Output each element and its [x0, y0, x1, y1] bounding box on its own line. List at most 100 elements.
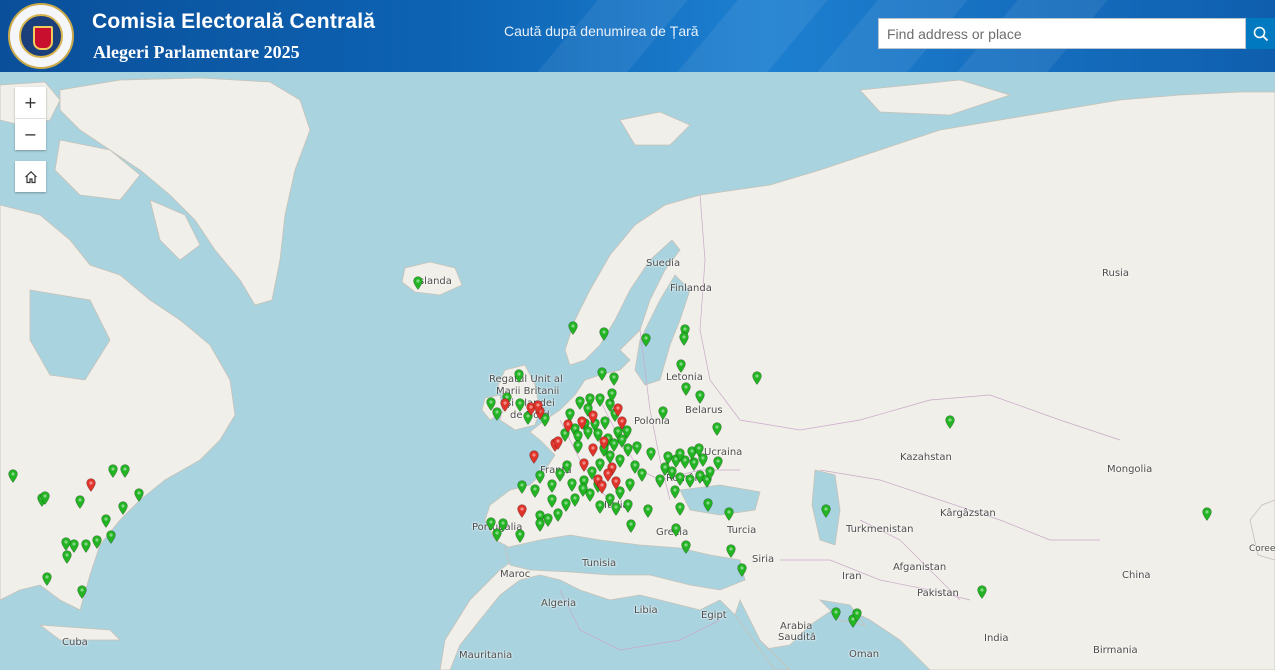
- polling-station-pin-green[interactable]: [62, 550, 72, 564]
- polling-station-pin-green[interactable]: [676, 359, 686, 373]
- polling-station-pin-green[interactable]: [547, 494, 557, 508]
- polling-station-pin-red[interactable]: [617, 416, 627, 430]
- polling-station-pin-green[interactable]: [61, 537, 71, 551]
- polling-station-pin-green[interactable]: [42, 572, 52, 586]
- polling-station-pin-green[interactable]: [517, 480, 527, 494]
- polling-station-pin-green[interactable]: [81, 539, 91, 553]
- polling-station-pin-green[interactable]: [675, 448, 685, 462]
- polling-station-pin-red[interactable]: [86, 478, 96, 492]
- polling-station-pin-green[interactable]: [530, 484, 540, 498]
- polling-station-pin-green[interactable]: [514, 369, 524, 383]
- polling-station-pin-green[interactable]: [658, 406, 668, 420]
- polling-station-pin-green[interactable]: [607, 388, 617, 402]
- polling-station-pin-green[interactable]: [670, 485, 680, 499]
- polling-station-pin-green[interactable]: [630, 460, 640, 474]
- polling-station-pin-green[interactable]: [553, 508, 563, 522]
- polling-station-pin-green[interactable]: [75, 495, 85, 509]
- polling-station-pin-green[interactable]: [611, 502, 621, 516]
- polling-station-pin-green[interactable]: [655, 474, 665, 488]
- polling-station-pin-red[interactable]: [500, 398, 510, 412]
- address-search-input[interactable]: [878, 18, 1246, 49]
- polling-station-pin-green[interactable]: [726, 544, 736, 558]
- polling-station-pin-red[interactable]: [588, 410, 598, 424]
- polling-station-pin-red[interactable]: [577, 416, 587, 430]
- polling-station-pin-green[interactable]: [695, 390, 705, 404]
- polling-station-pin-green[interactable]: [515, 529, 525, 543]
- polling-station-pin-green[interactable]: [92, 535, 102, 549]
- map-view[interactable]: Islanda Suedia Finlanda Rusia Regatul Un…: [0, 72, 1275, 670]
- polling-station-pin-green[interactable]: [831, 607, 841, 621]
- polling-station-pin-green[interactable]: [573, 440, 583, 454]
- polling-station-pin-green[interactable]: [821, 504, 831, 518]
- polling-station-pin-green[interactable]: [705, 466, 715, 480]
- polling-station-pin-green[interactable]: [547, 479, 557, 493]
- polling-station-pin-red[interactable]: [611, 476, 621, 490]
- polling-station-pin-green[interactable]: [681, 540, 691, 554]
- polling-station-pin-green[interactable]: [623, 499, 633, 513]
- polling-station-pin-red[interactable]: [533, 400, 543, 414]
- polling-station-pin-green[interactable]: [632, 441, 642, 455]
- polling-station-pin-red[interactable]: [563, 419, 573, 433]
- polling-station-pin-green[interactable]: [77, 585, 87, 599]
- polling-station-pin-green[interactable]: [597, 367, 607, 381]
- polling-station-pin-green[interactable]: [712, 422, 722, 436]
- polling-station-pin-green[interactable]: [646, 447, 656, 461]
- country-search-link[interactable]: Caută după denumirea de Țară: [504, 23, 699, 39]
- polling-station-pin-green[interactable]: [120, 464, 130, 478]
- polling-station-pin-green[interactable]: [679, 332, 689, 346]
- polling-station-pin-green[interactable]: [737, 563, 747, 577]
- polling-station-pin-red[interactable]: [588, 443, 598, 457]
- polling-station-pin-green[interactable]: [675, 472, 685, 486]
- polling-station-pin-red[interactable]: [579, 458, 589, 472]
- polling-station-pin-green[interactable]: [977, 585, 987, 599]
- map-label: Belarus: [685, 405, 723, 416]
- polling-station-pin-green[interactable]: [535, 470, 545, 484]
- polling-station-pin-green[interactable]: [101, 514, 111, 528]
- polling-station-pin-green[interactable]: [599, 327, 609, 341]
- zoom-in-button[interactable]: +: [15, 87, 46, 118]
- polling-station-pin-green[interactable]: [852, 608, 862, 622]
- polling-station-pin-red[interactable]: [613, 403, 623, 417]
- home-icon: [24, 170, 37, 183]
- polling-station-pin-green[interactable]: [681, 382, 691, 396]
- zoom-out-button[interactable]: −: [15, 118, 46, 150]
- polling-station-pin-green[interactable]: [625, 478, 635, 492]
- polling-station-pin-green[interactable]: [703, 498, 713, 512]
- polling-station-pin-green[interactable]: [535, 518, 545, 532]
- polling-station-pin-green[interactable]: [945, 415, 955, 429]
- polling-station-pin-green[interactable]: [609, 372, 619, 386]
- polling-station-pin-green[interactable]: [752, 371, 762, 385]
- polling-station-pin-green[interactable]: [413, 276, 423, 290]
- polling-station-pin-green[interactable]: [694, 443, 704, 457]
- polling-station-pin-green[interactable]: [106, 530, 116, 544]
- polling-station-pin-red[interactable]: [529, 450, 539, 464]
- polling-station-pin-green[interactable]: [40, 491, 50, 505]
- polling-station-pin-green[interactable]: [567, 478, 577, 492]
- polling-station-pin-green[interactable]: [675, 502, 685, 516]
- polling-station-pin-green[interactable]: [595, 500, 605, 514]
- polling-station-pin-red[interactable]: [553, 436, 563, 450]
- polling-station-pin-green[interactable]: [568, 321, 578, 335]
- polling-station-pin-green[interactable]: [108, 464, 118, 478]
- map-label: Finlanda: [670, 283, 712, 294]
- polling-station-pin-green[interactable]: [626, 519, 636, 533]
- polling-station-pin-green[interactable]: [671, 523, 681, 537]
- polling-station-pin-green[interactable]: [617, 434, 627, 448]
- polling-station-pin-green[interactable]: [643, 504, 653, 518]
- polling-station-pin-red[interactable]: [599, 436, 609, 450]
- polling-station-pin-green[interactable]: [570, 493, 580, 507]
- polling-station-pin-green[interactable]: [515, 398, 525, 412]
- polling-station-pin-green[interactable]: [595, 393, 605, 407]
- polling-station-pin-green[interactable]: [498, 518, 508, 532]
- polling-station-pin-green[interactable]: [685, 474, 695, 488]
- polling-station-pin-green[interactable]: [1202, 507, 1212, 521]
- polling-station-pin-green[interactable]: [134, 488, 144, 502]
- polling-station-pin-red[interactable]: [517, 504, 527, 518]
- home-button[interactable]: [15, 161, 46, 192]
- polling-station-pin-green[interactable]: [8, 469, 18, 483]
- polling-station-pin-green[interactable]: [724, 507, 734, 521]
- polling-station-pin-red[interactable]: [597, 480, 607, 494]
- polling-station-pin-green[interactable]: [641, 333, 651, 347]
- polling-station-pin-green[interactable]: [118, 501, 128, 515]
- search-button[interactable]: [1246, 18, 1275, 49]
